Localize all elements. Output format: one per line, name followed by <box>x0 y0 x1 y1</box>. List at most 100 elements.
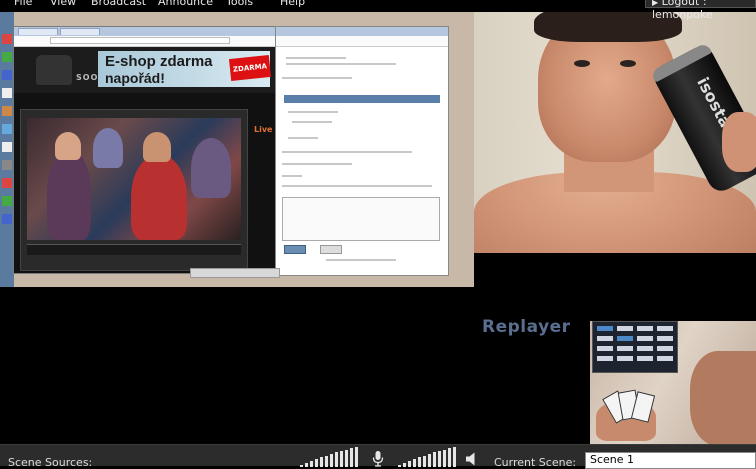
player-controls[interactable] <box>27 244 241 255</box>
person-head <box>143 132 171 162</box>
play-icon: ▶ <box>652 0 659 7</box>
menu-file[interactable]: File <box>14 0 32 8</box>
desktop-icon <box>2 142 12 152</box>
desktop-icon <box>2 52 12 62</box>
grid-cell <box>637 346 653 351</box>
volume-bar <box>330 454 333 467</box>
webcam-capture: isostar <box>474 12 756 253</box>
desktop-volume-meter[interactable] <box>398 447 458 467</box>
volume-bar <box>398 465 401 467</box>
desktop-capture: SOON E-shop zdarma napořád! ZDARMA Live <box>0 12 474 287</box>
grid-cell <box>597 356 613 361</box>
grid-cell <box>617 326 633 331</box>
forum-preview-button <box>320 245 342 254</box>
person-figure <box>131 154 187 240</box>
desktop-icon <box>2 214 12 224</box>
microphone-icon[interactable] <box>372 451 384 467</box>
scene-sources-label: Scene Sources: <box>8 456 93 469</box>
desktop-icon <box>2 196 12 206</box>
browser-window-stream: SOON E-shop zdarma napořád! ZDARMA Live <box>13 26 277 274</box>
desktop-icon <box>2 124 12 134</box>
menu-tools[interactable]: Tools <box>226 0 253 8</box>
volume-bar <box>300 465 303 467</box>
logout-button[interactable]: ▶ Logout : lemonpoke <box>645 0 756 21</box>
volume-bar <box>403 463 406 467</box>
person-figure <box>47 148 91 240</box>
grid-cell <box>637 356 653 361</box>
crowd-figure <box>93 128 123 168</box>
volume-bar <box>345 450 348 467</box>
volume-bar <box>325 456 328 467</box>
desktop-icon <box>2 178 12 188</box>
speaker-icon[interactable] <box>465 452 479 466</box>
video-frame <box>27 118 241 240</box>
forum-text <box>282 163 352 165</box>
forum-text <box>288 111 338 113</box>
browser-tab <box>60 28 100 35</box>
desktop-icon-strip <box>0 12 14 287</box>
volume-bar <box>355 447 358 467</box>
replayer-grid <box>592 321 678 373</box>
volume-bar <box>428 454 431 467</box>
forum-text <box>282 175 302 177</box>
grid-cell <box>637 326 653 331</box>
grid-cell <box>617 356 633 361</box>
browser-address-bar <box>14 36 276 47</box>
volume-bar <box>408 461 411 467</box>
eshop-banner: E-shop zdarma napořád! ZDARMA <box>98 51 272 87</box>
media-control-bar <box>190 268 280 278</box>
volume-bar <box>350 448 353 467</box>
banner-line2: napořád! <box>105 70 165 86</box>
menu-help[interactable]: Help <box>280 0 305 8</box>
forum-text <box>288 137 318 139</box>
mic-volume-meter[interactable] <box>300 447 360 467</box>
desktop-icon <box>2 160 12 170</box>
volume-bar <box>448 448 451 467</box>
volume-bar <box>453 447 456 467</box>
person-head <box>55 132 81 160</box>
menu-view[interactable]: View <box>50 0 76 8</box>
volume-bar <box>443 450 446 467</box>
forum-text <box>282 77 352 79</box>
banner-tag: ZDARMA <box>228 54 272 82</box>
grid-cell <box>617 346 633 351</box>
browser-tab-strip <box>14 27 276 36</box>
eye <box>620 60 636 67</box>
grid-cell <box>637 336 653 341</box>
volume-bar <box>438 451 441 467</box>
crowd-figure <box>191 138 231 198</box>
grid-cell <box>597 336 613 341</box>
menu-bar: File View Broadcast Announce Tools Help … <box>0 0 756 21</box>
volume-bar <box>433 452 436 467</box>
forum-toolbar <box>282 185 432 187</box>
volume-bar <box>305 463 308 467</box>
forum-text <box>292 121 332 123</box>
menu-broadcast[interactable]: Broadcast <box>91 0 146 8</box>
stream-website: SOON E-shop zdarma napořád! ZDARMA Live <box>14 47 276 273</box>
forum-text <box>286 63 396 65</box>
grid-cell <box>657 346 673 351</box>
tshirt-image <box>36 55 72 85</box>
volume-bar <box>335 452 338 467</box>
menu-announce[interactable]: Announce <box>158 0 213 8</box>
webcam-hand <box>722 112 756 172</box>
grid-cell <box>617 336 633 341</box>
volume-bar <box>340 451 343 467</box>
reply-textarea <box>282 197 440 241</box>
arm <box>690 351 756 444</box>
volume-bar <box>310 461 313 467</box>
current-scene-value: Scene 1 <box>590 453 635 466</box>
control-bar: Scene Sources: Current Scene: Scene 1 <box>0 444 756 469</box>
video-player <box>20 109 248 271</box>
grid-cell <box>597 326 613 331</box>
desktop-icon <box>2 106 12 116</box>
browser-address-bar <box>276 36 448 47</box>
current-scene-select[interactable]: Scene 1 <box>585 452 756 469</box>
volume-bar <box>423 456 426 467</box>
forum-text <box>286 57 346 59</box>
desktop-icon <box>2 88 12 98</box>
card-camera <box>590 321 756 444</box>
site-header: SOON E-shop zdarma napořád! ZDARMA <box>14 47 276 93</box>
url-field <box>50 37 230 44</box>
desktop-icon <box>2 34 12 44</box>
